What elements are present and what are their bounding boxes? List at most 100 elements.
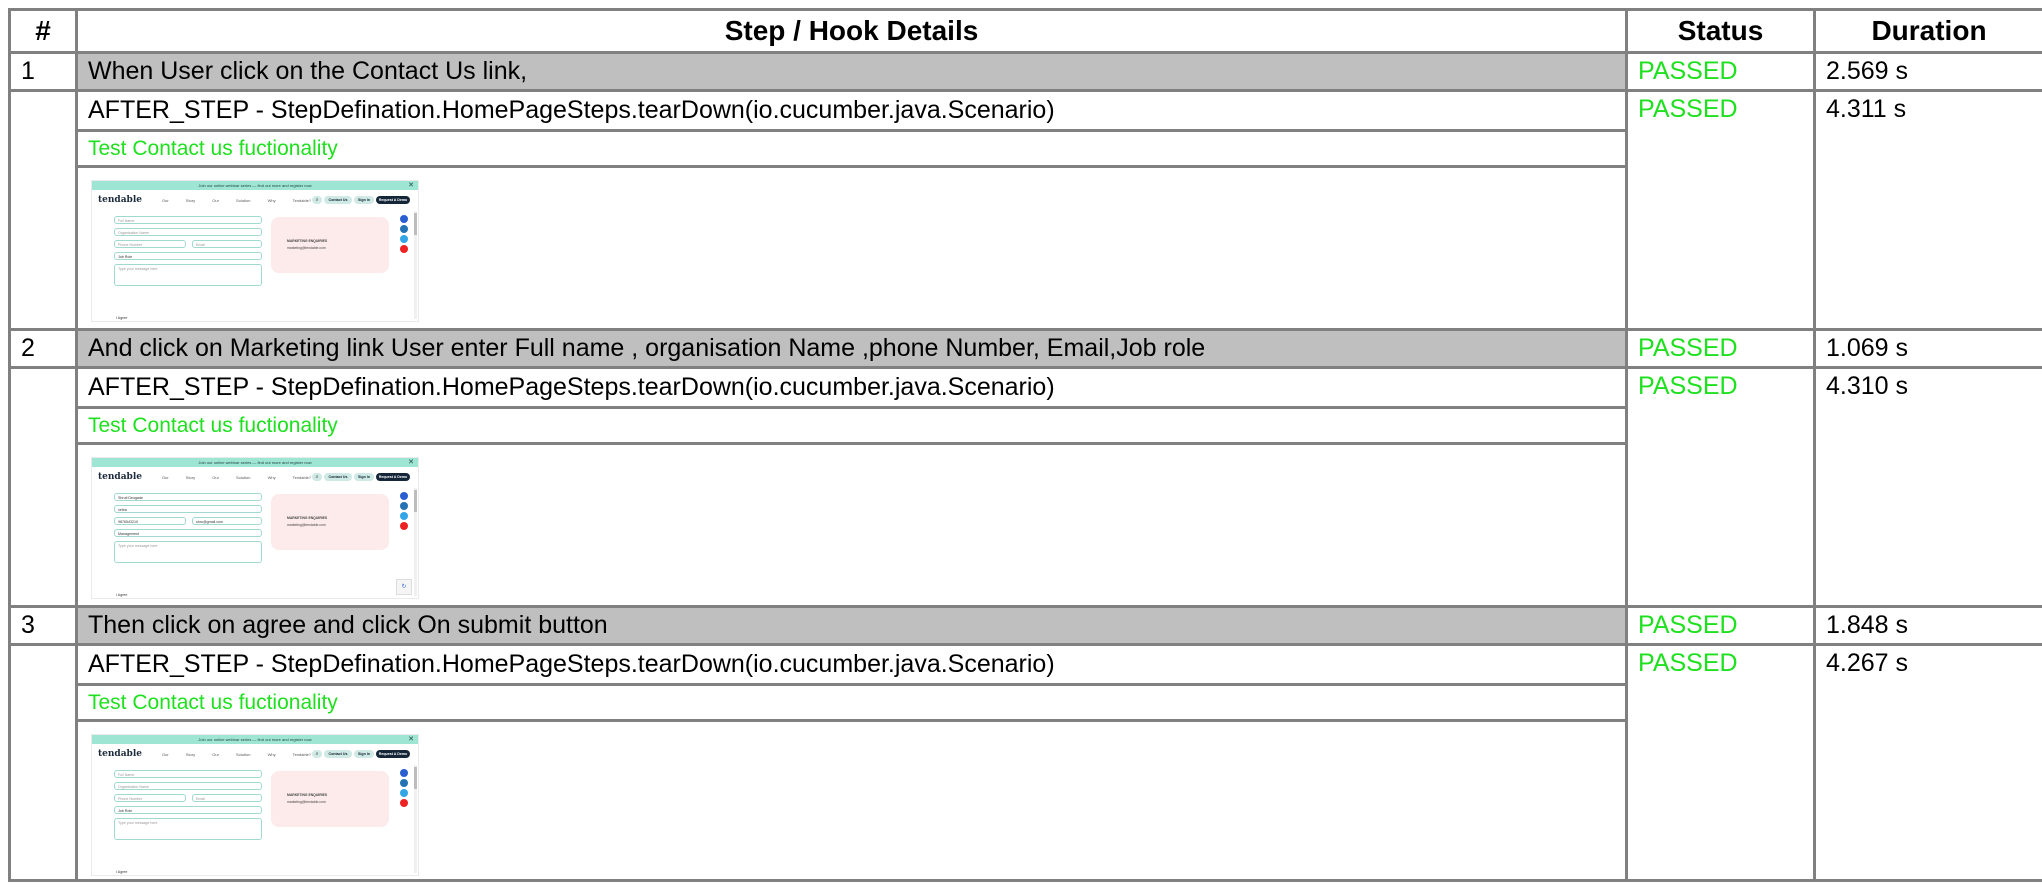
recaptcha-icon: ↻ (396, 579, 412, 595)
step-text: And click on Marketing link User enter F… (75, 328, 1628, 369)
twitter-icon (400, 789, 408, 797)
youtube-icon (400, 522, 408, 530)
thumb-signin-button: Sign In (354, 750, 374, 758)
step-status: PASSED (1625, 51, 1816, 92)
search-icon: ⌕ (312, 196, 322, 204)
thumb-field-phone: 9876543210 (114, 517, 186, 525)
thumb-card-title: MARKETING ENQUIRIES (287, 516, 328, 520)
step-row: 1 When User click on the Contact Us link… (8, 51, 2042, 92)
thumb-agree-checkbox: I Agree (116, 870, 128, 874)
thumb-demo-button: Request A Demo (376, 750, 410, 758)
hook-screenshot-cell: Join our online webinar series — find ou… (78, 165, 1625, 328)
thumb-banner: Join our online webinar series — find ou… (92, 181, 418, 190)
youtube-icon (400, 245, 408, 253)
hook-subtitle: Test Contact us fuctionality (78, 129, 1625, 165)
hook-subtitle: Test Contact us fuctionality (78, 406, 1625, 442)
hook-num-empty (8, 643, 78, 882)
linkedin-icon (400, 225, 408, 233)
facebook-icon (400, 215, 408, 223)
thumb-card-title: MARKETING ENQUIRIES (287, 793, 328, 797)
thumb-field-phone: Phone Number (114, 794, 186, 802)
thumb-nav: tendable Our Story Our Solution Why Tend… (98, 470, 410, 484)
thumb-field-fullname: Full Name (114, 216, 262, 224)
thumb-field-fullname: Full Name (114, 770, 262, 778)
thumb-field-org: Organisation Name (114, 228, 262, 236)
thumb-field-message: Type your message here (114, 818, 262, 840)
twitter-icon (400, 512, 408, 520)
linkedin-icon (400, 502, 408, 510)
hook-row: AFTER_STEP - StepDefination.HomePageStep… (8, 89, 2042, 331)
thumb-logo: tendable (98, 472, 142, 482)
screenshot-thumbnail[interactable]: Join our online webinar series — find ou… (91, 180, 419, 322)
hook-status: PASSED (1625, 366, 1816, 608)
step-row: 2 And click on Marketing link User enter… (8, 328, 2042, 369)
step-number: 3 (8, 605, 78, 646)
thumb-signin-button: Sign In (354, 473, 374, 481)
header-duration: Duration (1813, 8, 2042, 54)
hook-status: PASSED (1625, 643, 1816, 882)
search-icon: ⌕ (312, 473, 322, 481)
thumb-demo-button: Request A Demo (376, 196, 410, 204)
step-row: 3 Then click on agree and click On submi… (8, 605, 2042, 646)
thumb-field-job: Management (114, 529, 262, 537)
hook-details: AFTER_STEP - StepDefination.HomePageStep… (75, 89, 1628, 331)
step-number: 1 (8, 51, 78, 92)
thumb-logo: tendable (98, 195, 142, 205)
thumb-scrollbar (414, 765, 417, 873)
search-icon: ⌕ (312, 750, 322, 758)
hook-subtitle: Test Contact us fuctionality (78, 683, 1625, 719)
close-icon: ✕ (408, 459, 414, 466)
thumb-field-job: Job Role (114, 806, 262, 814)
thumb-contact-button: Contact Us (324, 473, 352, 481)
thumb-banner: Join our online webinar series — find ou… (92, 735, 418, 744)
thumb-field-org: Organisation Name (114, 782, 262, 790)
thumb-nav: tendable Our Story Our Solution Why Tend… (98, 747, 410, 761)
hook-duration: 4.310 s (1813, 366, 2042, 608)
header-status: Status (1625, 8, 1816, 54)
hook-details: AFTER_STEP - StepDefination.HomePageStep… (75, 366, 1628, 608)
step-duration: 2.569 s (1813, 51, 2042, 92)
thumb-field-message: Type your message here (114, 541, 262, 563)
thumb-field-phone: Phone Number (114, 240, 186, 248)
screenshot-thumbnail[interactable]: Join our online webinar series — find ou… (91, 457, 419, 599)
step-number: 2 (8, 328, 78, 369)
hook-num-empty (8, 366, 78, 608)
hook-details: AFTER_STEP - StepDefination.HomePageStep… (75, 643, 1628, 882)
step-text: Then click on agree and click On submit … (75, 605, 1628, 646)
thumb-field-fullname: Shruti Deogade (114, 493, 262, 501)
header-num: # (8, 8, 78, 54)
hook-num-empty (8, 89, 78, 331)
thumb-scrollbar (414, 211, 417, 319)
thumb-card-title: MARKETING ENQUIRIES (287, 239, 328, 243)
hook-text: AFTER_STEP - StepDefination.HomePageStep… (88, 650, 1055, 678)
thumb-logo: tendable (98, 749, 142, 759)
linkedin-icon (400, 779, 408, 787)
close-icon: ✕ (408, 182, 414, 189)
table-header-row: # Step / Hook Details Status Duration (8, 8, 2042, 54)
thumb-demo-button: Request A Demo (376, 473, 410, 481)
header-details: Step / Hook Details (75, 8, 1628, 54)
thumb-agree-checkbox: I Agree (116, 316, 128, 320)
hook-status: PASSED (1625, 89, 1816, 331)
hook-text: AFTER_STEP - StepDefination.HomePageStep… (88, 373, 1055, 401)
thumb-contact-button: Contact Us (324, 750, 352, 758)
thumb-card-email: marketing@tendable.com (287, 800, 326, 804)
thumb-field-message: Type your message here (114, 264, 262, 286)
step-duration: 1.069 s (1813, 328, 2042, 369)
thumb-marketing-card: MARKETING ENQUIRIES marketing@tendable.c… (271, 771, 389, 827)
step-text: When User click on the Contact Us link, (75, 51, 1628, 92)
thumb-field-email: shru@gmail.com (192, 517, 262, 525)
hook-screenshot-cell: Join our online webinar series — find ou… (78, 442, 1625, 605)
close-icon: ✕ (408, 736, 414, 743)
step-status: PASSED (1625, 605, 1816, 646)
thumb-field-email: Email (192, 240, 262, 248)
facebook-icon (400, 492, 408, 500)
hook-duration: 4.311 s (1813, 89, 2042, 331)
thumb-card-email: marketing@tendable.com (287, 246, 326, 250)
thumb-field-email: Email (192, 794, 262, 802)
screenshot-thumbnail[interactable]: Join our online webinar series — find ou… (91, 734, 419, 876)
step-status: PASSED (1625, 328, 1816, 369)
hook-row: AFTER_STEP - StepDefination.HomePageStep… (8, 366, 2042, 608)
thumb-banner: Join our online webinar series — find ou… (92, 458, 418, 467)
hook-duration: 4.267 s (1813, 643, 2042, 882)
